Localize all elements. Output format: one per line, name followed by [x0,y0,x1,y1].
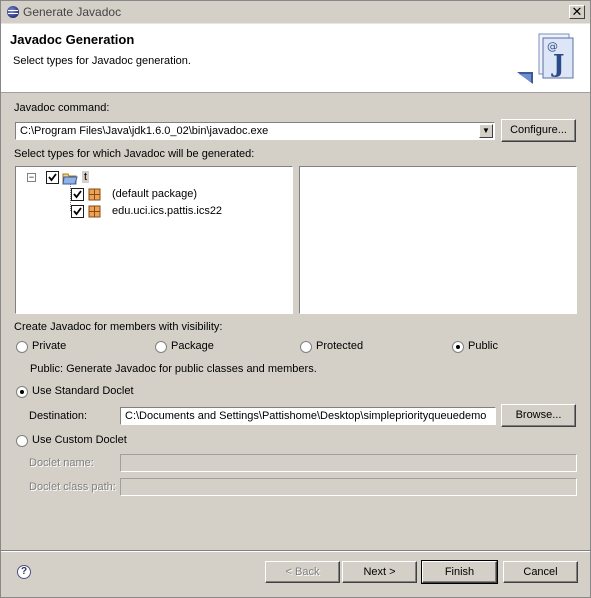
generate-javadoc-dialog: Generate Javadoc ✕ Javadoc Generation Se… [0,0,591,598]
visibility-protected-radio[interactable] [300,341,312,353]
close-button[interactable]: ✕ [569,5,585,19]
doclet-name-label: Doclet name: [29,457,94,469]
standard-doclet-label[interactable]: Use Standard Doclet [32,385,134,397]
visibility-package-label[interactable]: Package [171,340,214,352]
visibility-public-radio[interactable] [452,341,464,353]
tree-item-label[interactable]: (default package) [112,188,197,200]
wizard-header: Javadoc Generation Select types for Java… [1,24,590,93]
types-detail-list[interactable] [299,166,577,314]
collapse-expander[interactable]: − [27,173,36,182]
tree-checkbox-root[interactable] [46,171,59,184]
footer-separator [1,550,590,552]
page-title: Javadoc Generation [10,32,135,47]
visibility-protected-label[interactable]: Protected [316,340,363,352]
doclet-name-field[interactable] [120,454,577,472]
standard-doclet-radio[interactable] [16,386,28,398]
select-types-label: Select types for which Javadoc will be g… [14,148,255,160]
javadoc-command-value: C:\Program Files\Java\jdk1.6.0_02\bin\ja… [20,125,269,137]
destination-field[interactable]: C:\Documents and Settings\Pattishome\Des… [120,407,496,425]
finish-button[interactable]: Finish [421,560,498,584]
doclet-class-path-field[interactable] [120,478,577,496]
browse-button[interactable]: Browse... [501,404,576,427]
window-title: Generate Javadoc [23,5,122,19]
custom-doclet-radio[interactable] [16,435,28,447]
tree-item-label[interactable]: edu.uci.ics.pattis.ics22 [112,205,222,217]
types-tree[interactable]: − t (default package) edu.uci.ics.pattis… [15,166,293,314]
visibility-private-label[interactable]: Private [32,340,66,352]
svg-text:J: J [551,49,564,78]
tree-item-label[interactable]: t [82,171,90,183]
configure-button[interactable]: Configure... [501,119,576,142]
back-button[interactable]: < Back [265,561,340,583]
tree-checkbox-default-package[interactable] [71,188,84,201]
destination-label: Destination: [29,410,88,422]
tree-checkbox-package[interactable] [71,205,84,218]
package-icon [88,205,101,218]
visibility-private-radio[interactable] [16,341,28,353]
cancel-button[interactable]: Cancel [503,561,578,583]
visibility-label: Create Javadoc for members with visibili… [14,321,223,333]
chevron-down-icon[interactable]: ▼ [479,124,493,138]
javadoc-wizard-icon: @ J [517,33,574,84]
doclet-class-path-label: Doclet class path: [29,481,116,493]
destination-value: C:\Documents and Settings\Pattishome\Des… [125,410,487,422]
help-icon[interactable]: ? [17,565,31,579]
eclipse-icon [7,6,19,18]
visibility-description: Public: Generate Javadoc for public clas… [30,363,317,375]
project-folder-icon [62,173,78,185]
title-bar: Generate Javadoc ✕ [1,1,590,24]
page-subtitle: Select types for Javadoc generation. [13,55,191,67]
next-button[interactable]: Next > [342,561,417,583]
visibility-public-label[interactable]: Public [468,340,498,352]
package-icon [88,188,101,201]
javadoc-command-combo[interactable]: C:\Program Files\Java\jdk1.6.0_02\bin\ja… [15,122,495,140]
visibility-package-radio[interactable] [155,341,167,353]
custom-doclet-label[interactable]: Use Custom Doclet [32,434,127,446]
javadoc-command-label: Javadoc command: [14,102,110,114]
